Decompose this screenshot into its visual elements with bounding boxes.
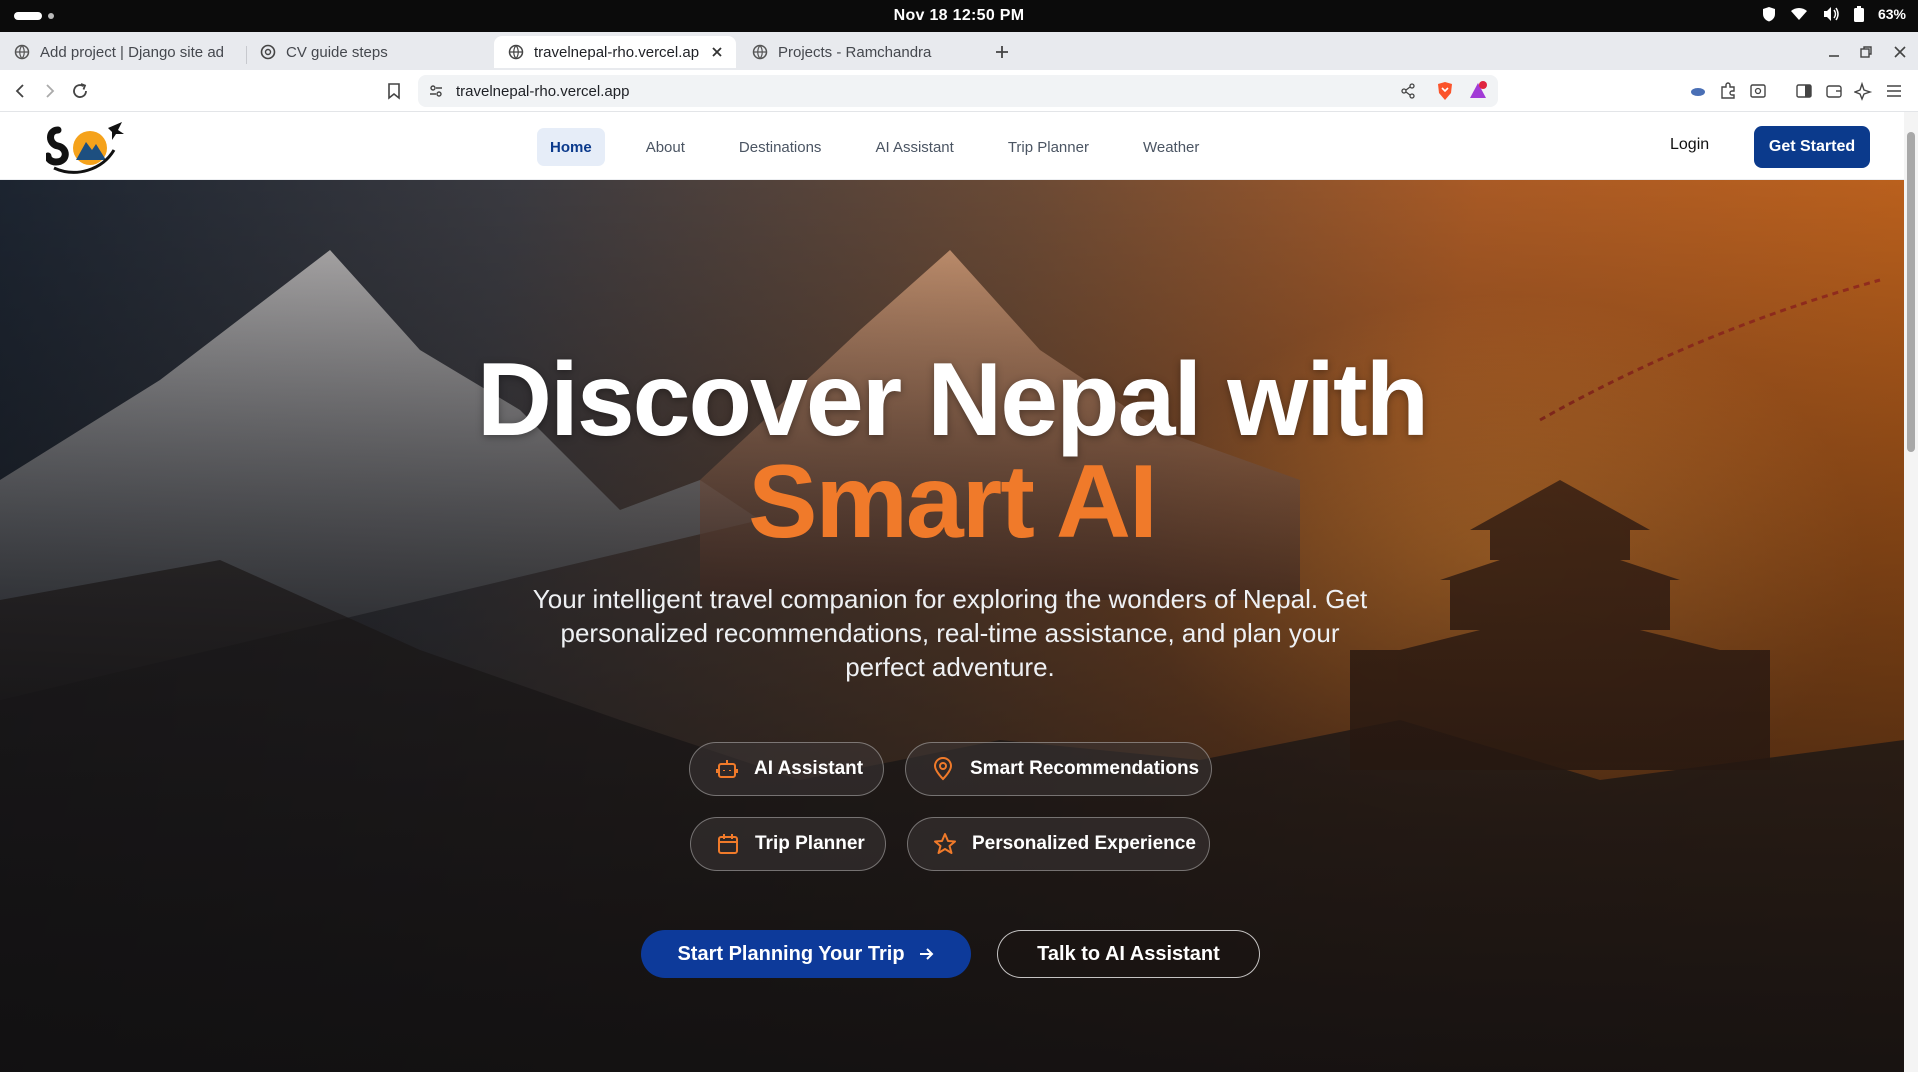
feature-pill-smart-recommendations[interactable]: Smart Recommendations — [905, 742, 1212, 796]
nav-ai-assistant[interactable]: AI Assistant — [862, 128, 966, 166]
tab-title: Projects - Ramchandra — [778, 43, 932, 61]
browser-tab-strip: Add project | Django site ad CV guide st… — [0, 32, 1918, 70]
battery-level: 63% — [1877, 6, 1906, 22]
tab-title: travelnepal-rho.vercel.ap — [534, 43, 700, 61]
battery-icon — [1853, 6, 1864, 22]
map-pin-icon — [933, 757, 953, 781]
close-window-icon[interactable] — [1892, 44, 1908, 60]
brave-rewards-icon[interactable] — [1468, 81, 1488, 101]
browser-toolbar: travelnepal-rho.vercel.app — [0, 70, 1918, 112]
address-bar[interactable]: travelnepal-rho.vercel.app — [418, 75, 1498, 107]
sidebar-icon[interactable] — [1794, 81, 1814, 101]
os-clock[interactable]: Nov 18 12:50 PM — [0, 7, 1918, 25]
extension-cloud-icon[interactable] — [1688, 81, 1708, 101]
login-link[interactable]: Login — [1670, 136, 1709, 154]
system-tray[interactable]: 63% — [1762, 6, 1906, 22]
talk-to-ai-button[interactable]: Talk to AI Assistant — [997, 930, 1260, 978]
feature-pill-trip-planner[interactable]: Trip Planner — [690, 817, 886, 871]
site-navbar: Home About Destinations AI Assistant Tri… — [0, 112, 1918, 180]
back-icon[interactable] — [10, 81, 30, 101]
page-scrollbar[interactable] — [1904, 112, 1918, 1072]
nav-weather[interactable]: Weather — [1130, 128, 1212, 166]
wallet-icon[interactable] — [1824, 81, 1844, 101]
openai-icon — [260, 44, 276, 60]
site-settings-icon[interactable] — [428, 83, 444, 99]
star-icon — [934, 833, 956, 854]
hero-section: Discover Nepal with Smart AI Your intell… — [0, 180, 1904, 1072]
feature-label: AI Assistant — [754, 758, 864, 779]
tab-title: CV guide steps — [286, 43, 388, 61]
get-started-button[interactable]: Get Started — [1754, 126, 1870, 168]
reload-icon[interactable] — [70, 81, 90, 101]
extensions-icon[interactable] — [1718, 81, 1738, 101]
feature-label: Personalized Experience — [972, 833, 1196, 854]
bookmark-icon[interactable] — [384, 81, 404, 101]
reader-mode-icon[interactable] — [1748, 81, 1768, 101]
tab-travelnepal[interactable]: travelnepal-rho.vercel.ap — [494, 36, 736, 68]
forward-icon[interactable] — [40, 81, 60, 101]
nav-about[interactable]: About — [633, 128, 698, 166]
leo-ai-icon[interactable] — [1854, 81, 1874, 101]
feature-label: Trip Planner — [755, 833, 865, 854]
globe-icon — [752, 44, 768, 60]
tab-cv-guide[interactable]: CV guide steps — [246, 36, 492, 68]
feature-pill-personalized-experience[interactable]: Personalized Experience — [907, 817, 1210, 871]
site-logo[interactable] — [46, 120, 126, 176]
os-status-bar: Nov 18 12:50 PM 63% — [0, 0, 1918, 32]
share-icon[interactable] — [1400, 83, 1416, 99]
tab-projects[interactable]: Projects - Ramchandra — [738, 36, 982, 68]
shield-icon — [1762, 7, 1775, 22]
new-tab-icon[interactable] — [992, 42, 1012, 62]
minimize-icon[interactable] — [1826, 44, 1842, 60]
main-nav: Home About Destinations AI Assistant Tri… — [537, 128, 1212, 166]
nav-trip-planner[interactable]: Trip Planner — [995, 128, 1102, 166]
restore-icon[interactable] — [1858, 44, 1874, 60]
scrollbar-thumb[interactable] — [1907, 132, 1915, 452]
tab-django[interactable]: Add project | Django site ad — [0, 36, 244, 68]
nav-home[interactable]: Home — [537, 128, 605, 166]
globe-icon — [14, 44, 30, 60]
arrow-right-icon — [919, 948, 933, 960]
feature-label: Smart Recommendations — [970, 758, 1200, 779]
hero-title: Discover Nepal with — [476, 342, 1429, 458]
menu-icon[interactable] — [1884, 81, 1904, 101]
globe-icon — [508, 44, 524, 60]
start-planning-button[interactable]: Start Planning Your Trip — [641, 930, 971, 978]
nav-destinations[interactable]: Destinations — [726, 128, 835, 166]
hero-title-accent: Smart AI — [748, 444, 1158, 560]
url-text: travelnepal-rho.vercel.app — [456, 83, 630, 100]
wifi-icon — [1790, 7, 1807, 20]
volume-icon — [1823, 7, 1839, 21]
close-tab-icon[interactable] — [708, 43, 726, 61]
tab-title: Add project | Django site ad — [40, 43, 225, 61]
feature-pill-ai-assistant[interactable]: AI Assistant — [689, 742, 884, 796]
calendar-icon — [718, 834, 738, 854]
robot-icon — [716, 760, 738, 778]
cta-primary-label: Start Planning Your Trip — [677, 942, 905, 965]
hero-subtitle: Your intelligent travel companion for ex… — [532, 584, 1368, 682]
brave-shields-icon[interactable] — [1436, 81, 1454, 101]
